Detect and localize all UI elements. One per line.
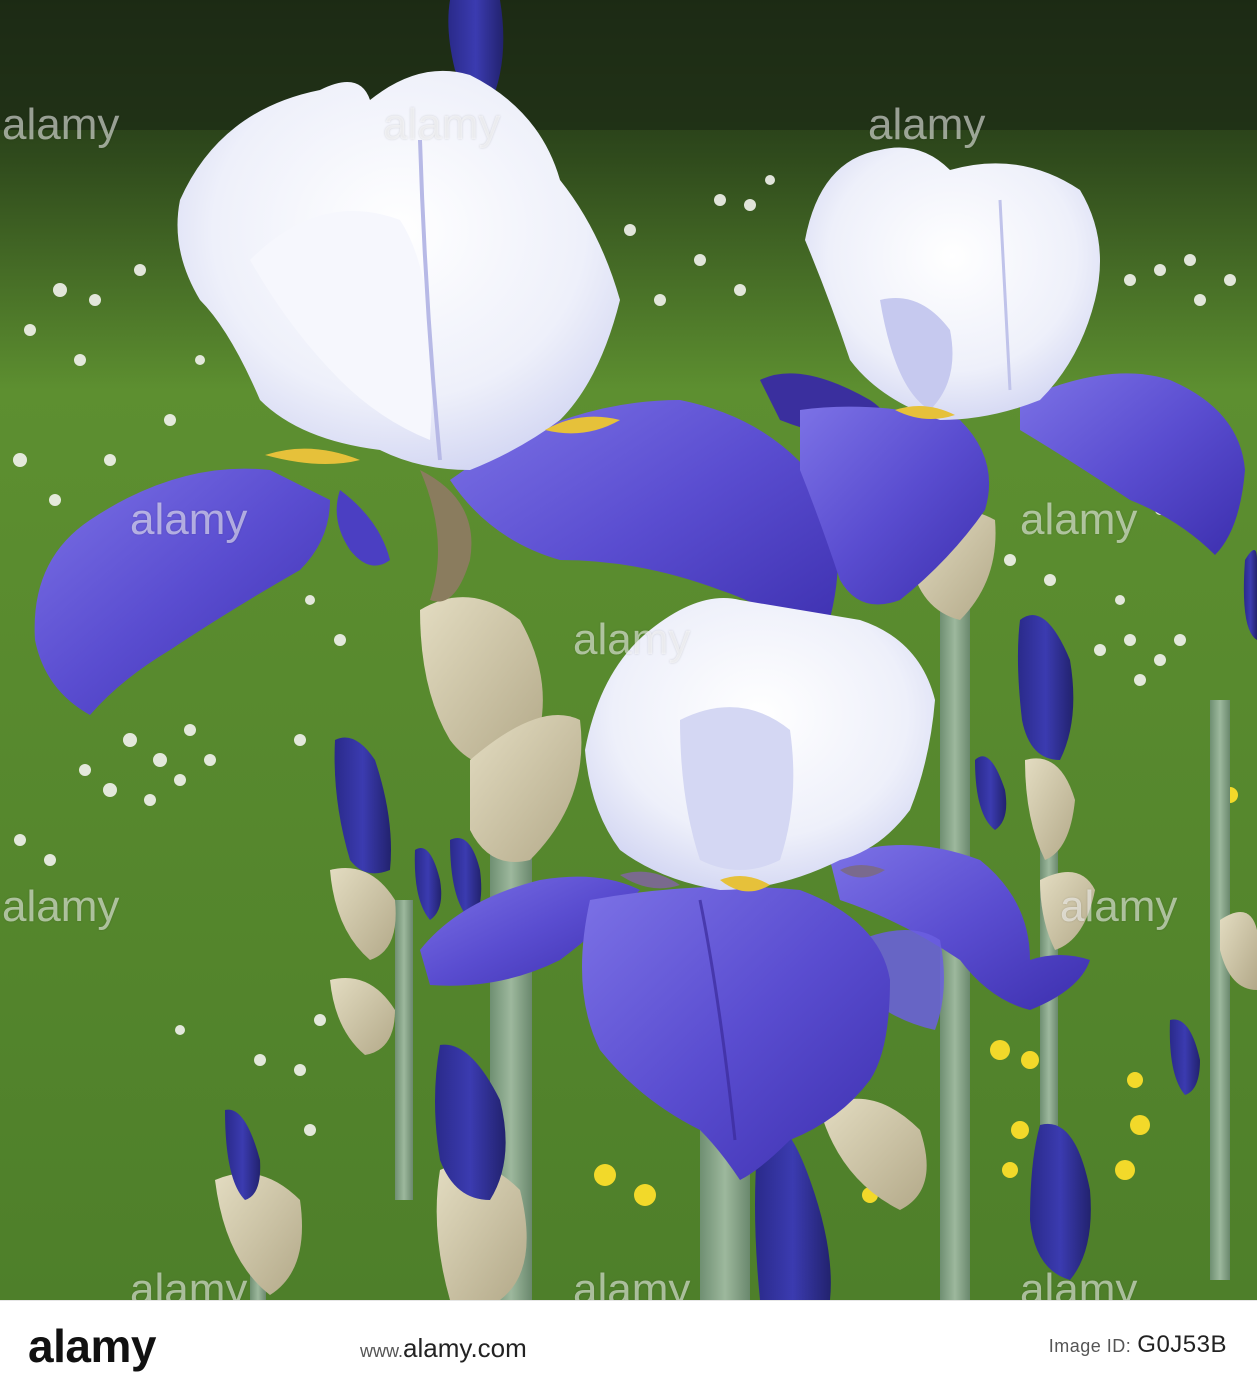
iris-illustration <box>0 0 1257 1300</box>
iris-photo: alamy alamy alamy alamy alamy alamy alam… <box>0 0 1257 1300</box>
url-main: alamy.com <box>403 1333 527 1363</box>
image-id-label: Image ID: <box>1048 1336 1132 1356</box>
stock-photo-page: alamy alamy alamy alamy alamy alamy alam… <box>0 0 1257 1391</box>
image-id-value: G0J53B <box>1137 1331 1227 1358</box>
alamy-logo[interactable]: alamy <box>28 1319 156 1373</box>
site-url[interactable]: www.alamy.com <box>360 1333 527 1364</box>
stock-footer-bar: alamy www.alamy.com Image ID: G0J53B <box>0 1300 1257 1391</box>
dark-hedge <box>0 0 1257 130</box>
url-prefix: www. <box>360 1341 404 1361</box>
image-id: Image ID: G0J53B <box>1049 1331 1227 1359</box>
